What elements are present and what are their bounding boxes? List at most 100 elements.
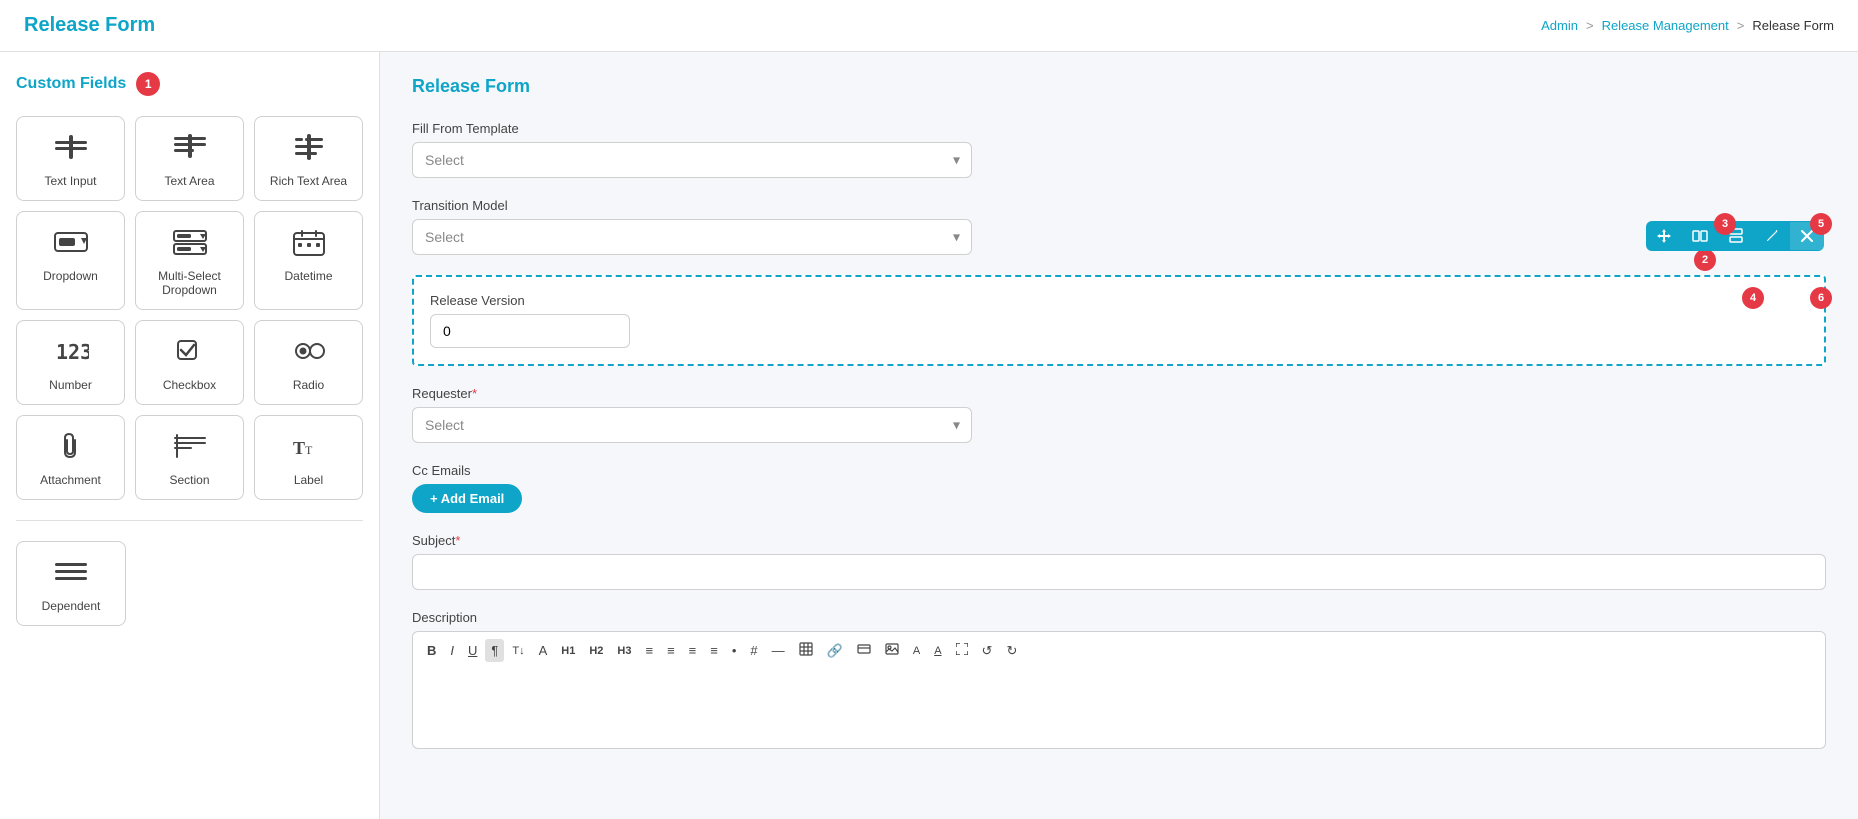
add-email-button[interactable]: + Add Email xyxy=(412,484,522,513)
number-icon: 123 xyxy=(53,337,89,370)
field-radio[interactable]: Radio xyxy=(254,320,363,405)
field-checkbox-label: Checkbox xyxy=(163,378,216,392)
rich-paragraph[interactable]: ¶ xyxy=(485,639,504,662)
field-datetime[interactable]: Datetime xyxy=(254,211,363,310)
field-dropdown-label: Dropdown xyxy=(43,269,98,283)
rich-text-toolbar: B I U ¶ T↓ A H1 H2 H3 ≡ ≡ ≡ ≡ • # — xyxy=(412,631,1826,669)
requester-label: Requester* xyxy=(412,386,1826,401)
field-multi-select[interactable]: Multi-Select Dropdown xyxy=(135,211,244,310)
subject-input[interactable] xyxy=(412,554,1826,590)
field-label[interactable]: T T Label xyxy=(254,415,363,500)
sidebar-badge: 1 xyxy=(136,72,160,96)
rich-bold[interactable]: B xyxy=(421,639,442,662)
field-multi-select-label: Multi-Select Dropdown xyxy=(146,269,233,297)
attachment-icon xyxy=(53,432,89,465)
toolbar-edit-btn[interactable] xyxy=(1754,221,1790,251)
rich-align-center[interactable]: ≡ xyxy=(661,639,681,662)
annotation-2: 2 xyxy=(1694,249,1716,271)
annotation-5: 5 xyxy=(1810,213,1832,235)
subject-group: Subject* xyxy=(412,533,1826,590)
field-text-input[interactable]: Text Input xyxy=(16,116,125,201)
rich-image[interactable] xyxy=(879,638,905,663)
breadcrumb-admin[interactable]: Admin xyxy=(1541,18,1578,33)
rich-text-body[interactable] xyxy=(412,669,1826,749)
release-version-section-wrapper: Release Version 2 xyxy=(412,275,1826,366)
dropdown-icon xyxy=(53,228,89,261)
multi-select-icon xyxy=(172,228,208,261)
description-group: Description B I U ¶ T↓ A H1 H2 H3 ≡ ≡ ≡ … xyxy=(412,610,1826,749)
field-checkbox[interactable]: Checkbox xyxy=(135,320,244,405)
rich-align-justify[interactable]: ≡ xyxy=(704,639,724,662)
breadcrumb-release-management[interactable]: Release Management xyxy=(1602,18,1729,33)
field-rich-text-area[interactable]: Rich Text Area xyxy=(254,116,363,201)
fill-from-template-select[interactable]: Select xyxy=(412,142,972,178)
rich-embed[interactable] xyxy=(851,638,877,663)
dependent-icon xyxy=(53,558,89,591)
rich-h3[interactable]: H3 xyxy=(611,641,637,661)
rich-font-size[interactable]: A xyxy=(907,641,926,661)
rich-font-color[interactable]: A xyxy=(533,639,554,662)
subject-label: Subject* xyxy=(412,533,1826,548)
rich-strikethrough[interactable]: T↓ xyxy=(506,641,530,661)
cc-emails-group: Cc Emails + Add Email xyxy=(412,463,1826,513)
release-version-input[interactable] xyxy=(430,314,630,348)
svg-text:T: T xyxy=(293,438,305,458)
field-number[interactable]: 123 Number xyxy=(16,320,125,405)
field-text-input-label: Text Input xyxy=(44,174,96,188)
release-version-section: Release Version 2 xyxy=(412,275,1826,366)
rich-table[interactable] xyxy=(793,638,819,663)
field-label-text: Label xyxy=(294,473,323,487)
field-rich-text-area-label: Rich Text Area xyxy=(270,174,347,188)
rich-font-family[interactable]: A xyxy=(928,641,947,661)
field-section[interactable]: Section xyxy=(135,415,244,500)
header: Release Form Admin > Release Management … xyxy=(0,0,1858,52)
breadcrumb-sep1: > xyxy=(1586,18,1594,33)
rich-hr[interactable]: — xyxy=(766,639,791,662)
rich-text-area-icon xyxy=(291,133,327,166)
svg-text:T: T xyxy=(305,443,313,457)
description-label: Description xyxy=(412,610,1826,625)
rich-underline[interactable]: U xyxy=(462,639,483,662)
requester-required: * xyxy=(472,386,477,401)
rich-h1[interactable]: H1 xyxy=(555,641,581,661)
transition-model-select[interactable]: Select xyxy=(412,219,972,255)
rich-bullet-list[interactable]: • xyxy=(726,639,743,662)
rich-h2[interactable]: H2 xyxy=(583,641,609,661)
sidebar-title: Custom Fields 1 xyxy=(16,72,363,96)
rich-italic[interactable]: I xyxy=(444,639,460,662)
annotation-3: 3 xyxy=(1714,213,1736,235)
sidebar-divider xyxy=(16,520,363,521)
section-icon xyxy=(172,432,208,465)
subject-required: * xyxy=(455,533,460,548)
field-attachment-label: Attachment xyxy=(40,473,101,487)
rich-undo[interactable]: ↺ xyxy=(976,639,999,663)
rich-fullscreen[interactable] xyxy=(950,639,974,662)
field-attachment[interactable]: Attachment xyxy=(16,415,125,500)
field-text-area[interactable]: Text Area xyxy=(135,116,244,201)
toolbar-split-col-btn[interactable] xyxy=(1682,221,1718,251)
rich-redo[interactable]: ↻ xyxy=(1000,639,1023,663)
rich-align-left[interactable]: ≡ xyxy=(639,639,659,662)
requester-group: Requester* Select xyxy=(412,386,1826,443)
rich-link[interactable]: 🔗 xyxy=(821,639,849,663)
sidebar: Custom Fields 1 Text Input xyxy=(0,52,380,819)
release-version-label: Release Version xyxy=(430,293,1808,308)
requester-select[interactable]: Select xyxy=(412,407,972,443)
field-text-area-label: Text Area xyxy=(164,174,214,188)
field-dependent[interactable]: Dependent xyxy=(16,541,126,626)
fill-from-template-label: Fill From Template xyxy=(412,121,1826,136)
checkbox-icon xyxy=(172,337,208,370)
rich-align-right[interactable]: ≡ xyxy=(683,639,703,662)
app-layout: Custom Fields 1 Text Input xyxy=(0,52,1858,819)
radio-icon xyxy=(291,337,327,370)
annotation-4: 4 xyxy=(1742,287,1764,309)
transition-model-label: Transition Model xyxy=(412,198,1826,213)
breadcrumb: Admin > Release Management > Release For… xyxy=(1541,18,1834,33)
transition-model-wrapper: Select xyxy=(412,219,972,255)
toolbar-move-btn[interactable] xyxy=(1646,221,1682,251)
field-number-label: Number xyxy=(49,378,92,392)
field-dependent-label: Dependent xyxy=(42,599,101,613)
rich-ordered-list[interactable]: # xyxy=(744,639,763,662)
field-dropdown[interactable]: Dropdown xyxy=(16,211,125,310)
breadcrumb-current: Release Form xyxy=(1752,18,1834,33)
